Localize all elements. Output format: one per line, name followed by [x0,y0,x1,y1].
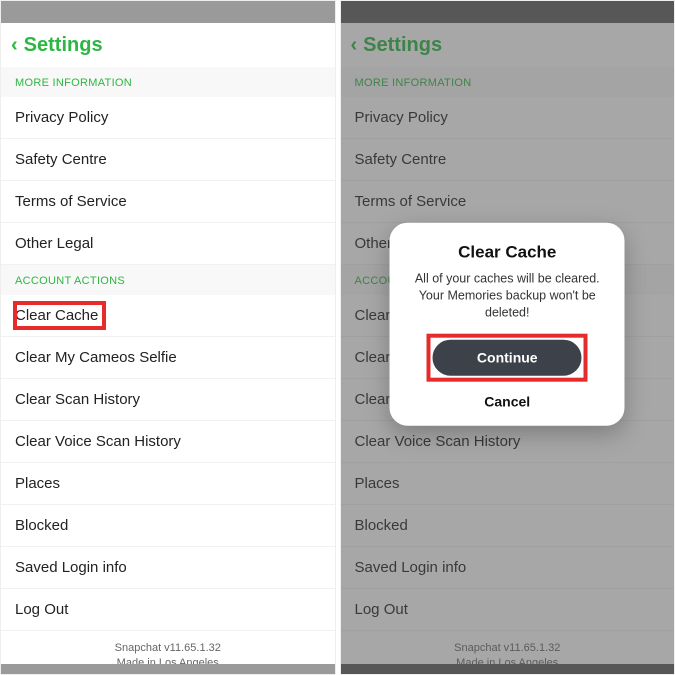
highlight-continue: Continue [429,335,586,379]
item-privacy-policy[interactable]: Privacy Policy [1,97,335,139]
item-clear-scan-history[interactable]: Clear Scan History [1,379,335,421]
item-places[interactable]: Places [341,463,675,505]
panel-left: ‹ Settings MORE INFORMATION Privacy Poli… [0,0,336,675]
item-privacy-policy[interactable]: Privacy Policy [341,97,675,139]
footer-version: Snapchat v11.65.1.32 [1,641,335,656]
panel-right: ‹ Settings MORE INFORMATION Privacy Poli… [340,0,675,675]
status-bar [1,1,335,23]
item-saved-login[interactable]: Saved Login info [341,547,675,589]
item-clear-cache[interactable]: Clear Cache [1,295,335,337]
nav-header: ‹ Settings [341,23,675,67]
screen-content: ‹ Settings MORE INFORMATION Privacy Poli… [1,23,335,664]
continue-button[interactable]: Continue [433,339,582,375]
nav-header: ‹ Settings [1,23,335,67]
item-blocked[interactable]: Blocked [1,505,335,547]
section-account-actions-header: ACCOUNT ACTIONS [1,265,335,295]
item-saved-login[interactable]: Saved Login info [1,547,335,589]
item-terms-of-service[interactable]: Terms of Service [341,181,675,223]
item-log-out[interactable]: Log Out [1,589,335,631]
modal-message: All of your caches will be cleared. Your… [406,271,609,322]
status-bar [341,1,675,23]
bottom-bar [341,664,675,674]
back-chevron-icon[interactable]: ‹ [11,34,18,57]
footer-madein: Made in Los Angeles [341,656,675,664]
section-more-info-header: MORE INFORMATION [341,67,675,97]
item-clear-cameos[interactable]: Clear My Cameos Selfie [1,337,335,379]
item-terms-of-service[interactable]: Terms of Service [1,181,335,223]
clear-cache-modal: Clear Cache All of your caches will be c… [390,223,625,426]
item-places[interactable]: Places [1,463,335,505]
dual-screenshot-container: ‹ Settings MORE INFORMATION Privacy Poli… [0,0,675,675]
footer: Snapchat v11.65.1.32 Made in Los Angeles [1,631,335,664]
footer-version: Snapchat v11.65.1.32 [341,641,675,656]
modal-title: Clear Cache [406,243,609,263]
page-title: Settings [363,34,442,57]
item-clear-voice-scan[interactable]: Clear Voice Scan History [341,421,675,463]
item-other-legal[interactable]: Other Legal [1,223,335,265]
item-safety-centre[interactable]: Safety Centre [341,139,675,181]
item-safety-centre[interactable]: Safety Centre [1,139,335,181]
back-chevron-icon[interactable]: ‹ [351,34,358,57]
page-title: Settings [24,34,103,57]
highlight-clear-cache: Clear Cache [15,303,104,328]
bottom-bar [1,664,335,674]
section-more-info-header: MORE INFORMATION [1,67,335,97]
item-blocked[interactable]: Blocked [341,505,675,547]
item-clear-voice-scan[interactable]: Clear Voice Scan History [1,421,335,463]
footer-madein: Made in Los Angeles [1,656,335,664]
cancel-button[interactable]: Cancel [484,393,530,409]
item-log-out[interactable]: Log Out [341,589,675,631]
footer: Snapchat v11.65.1.32 Made in Los Angeles [341,631,675,664]
